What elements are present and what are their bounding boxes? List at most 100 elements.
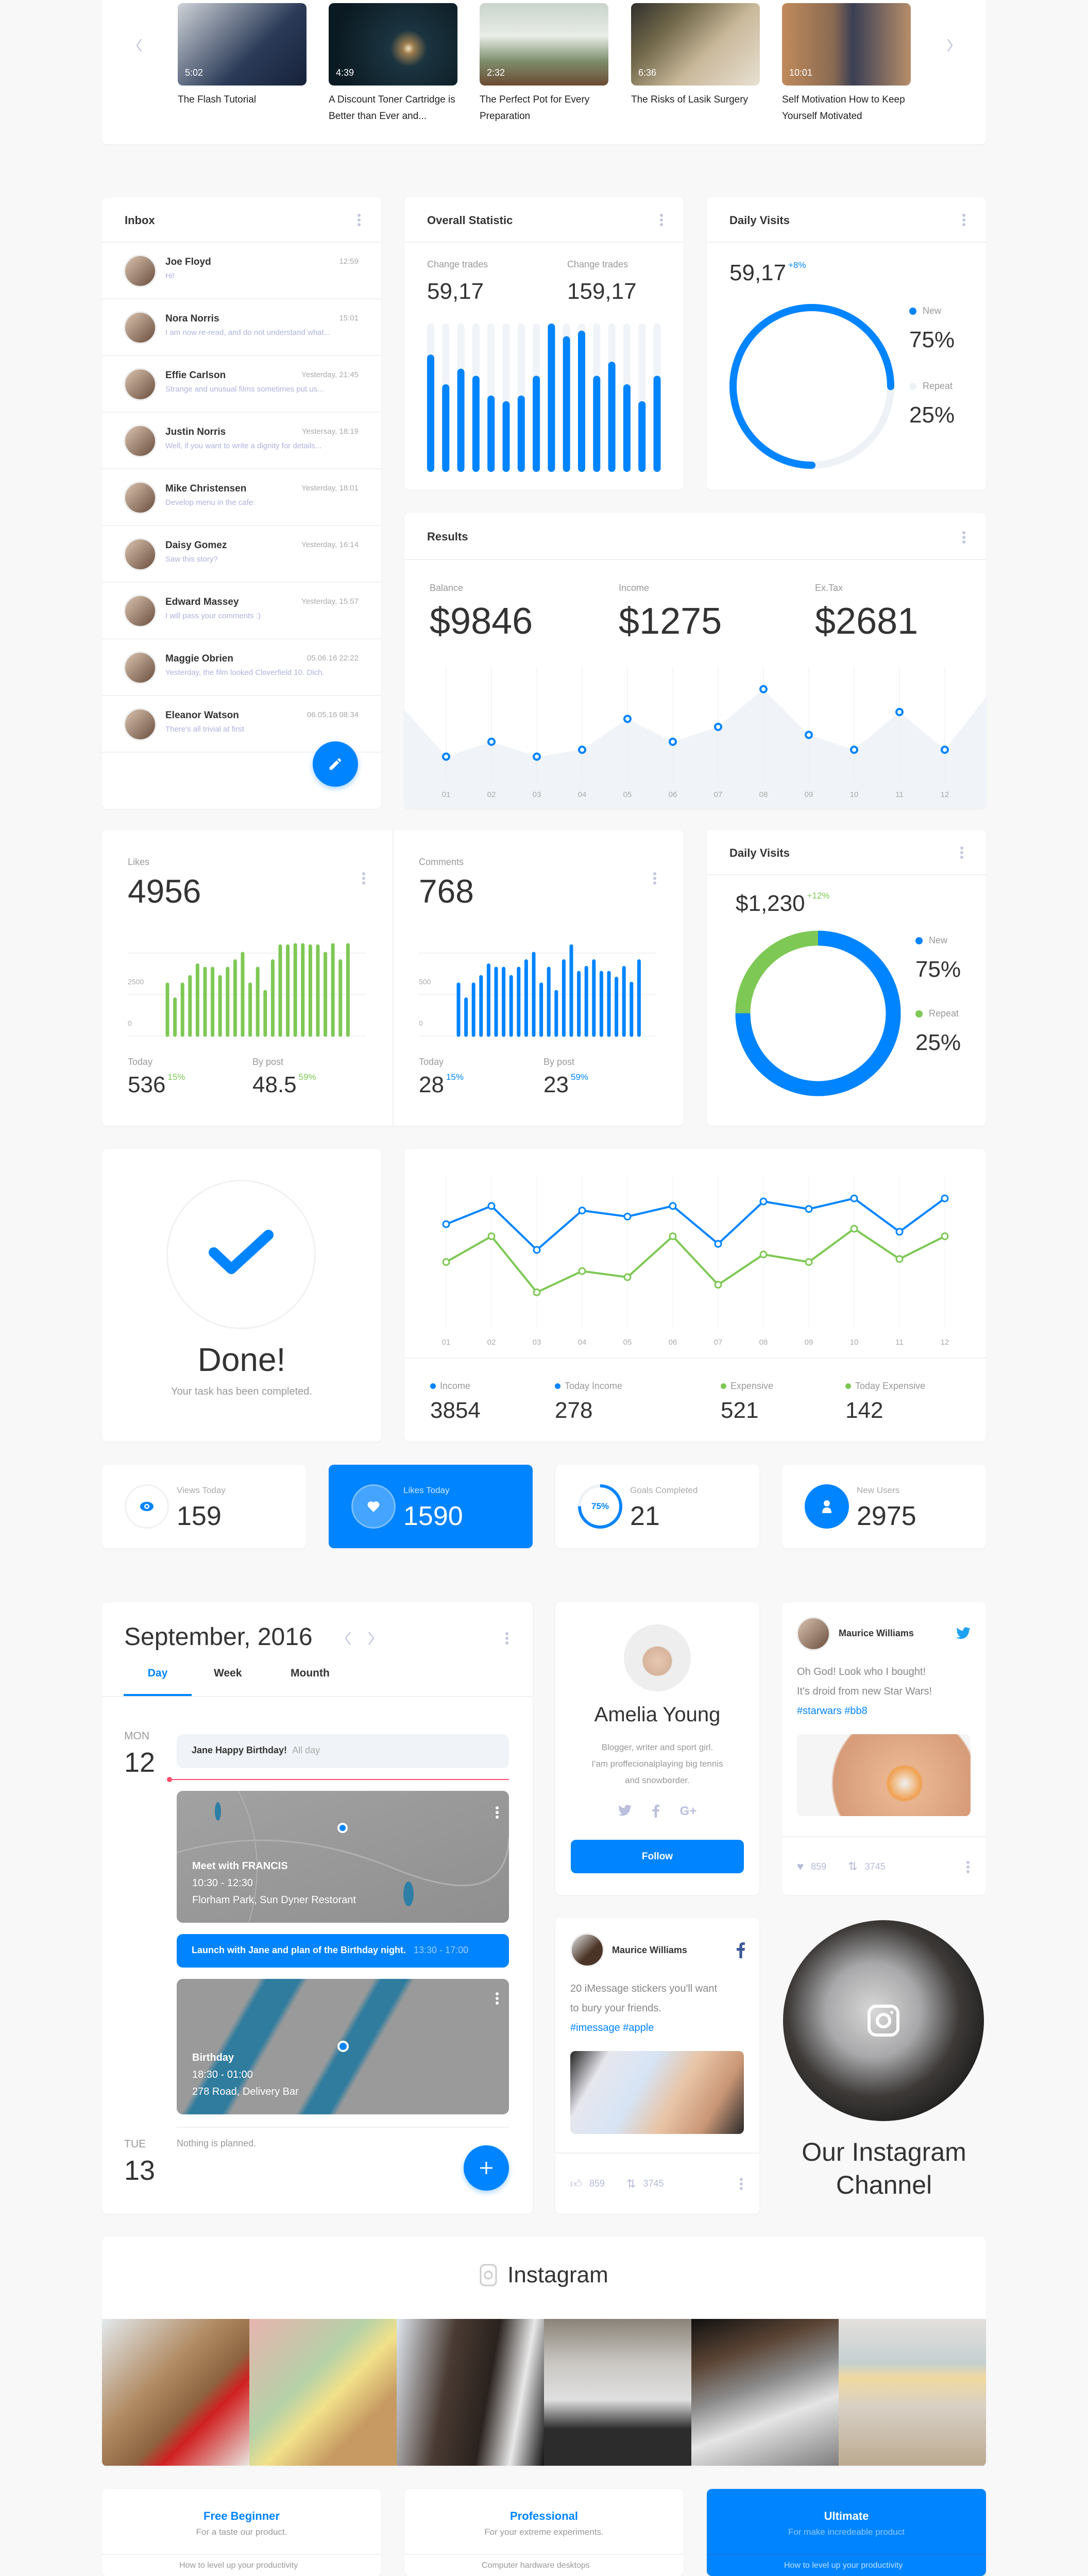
video-title[interactable]: The Perfect Pot for Every Preparation	[480, 92, 608, 125]
data-point[interactable]	[941, 745, 949, 754]
instagram-channel-image[interactable]	[783, 1920, 984, 2121]
video-thumbnail[interactable]: 2:32	[480, 3, 608, 86]
compose-button[interactable]	[313, 741, 358, 787]
allday-event[interactable]: Jane Happy Birthday! All day	[177, 1734, 509, 1768]
data-point[interactable]	[442, 752, 450, 761]
data-point[interactable]	[895, 708, 904, 717]
video-thumbnail[interactable]: 5:02	[178, 3, 307, 86]
data-point[interactable]	[850, 1225, 858, 1233]
video-title[interactable]: Self Motivation How to Keep Yourself Mot…	[782, 92, 911, 125]
data-point[interactable]	[442, 1220, 450, 1228]
stat-card-goals[interactable]: 75% Goals Completed 21	[555, 1465, 759, 1548]
more-menu-icon[interactable]	[962, 214, 965, 226]
data-point[interactable]	[759, 1250, 768, 1259]
heart-icon[interactable]: ♥	[797, 1860, 804, 1873]
pricing-card-professional[interactable]: Professional For your extreme experiment…	[404, 2489, 684, 2576]
data-point[interactable]	[714, 1240, 722, 1248]
inbox-message[interactable]: Effie Carlson Yesterday, 21:45 Strange and…	[102, 356, 381, 413]
video-thumbnail[interactable]: 10:01	[782, 3, 911, 86]
facebook-icon[interactable]	[737, 1942, 745, 1958]
facebook-icon[interactable]	[652, 1804, 659, 1818]
follow-button[interactable]: Follow	[571, 1840, 744, 1873]
pricing-card-ultimate[interactable]: Ultimate For make incredeable product Ho…	[707, 2489, 986, 2576]
data-point[interactable]	[578, 745, 586, 754]
data-point[interactable]	[805, 1258, 813, 1266]
data-point[interactable]	[669, 1232, 677, 1241]
post-image[interactable]	[797, 1734, 971, 1816]
data-point[interactable]	[714, 722, 722, 731]
instagram-photo[interactable]	[691, 2319, 839, 2466]
data-point[interactable]	[805, 731, 813, 739]
more-menu-icon[interactable]	[740, 2178, 743, 2190]
twitter-icon[interactable]	[618, 1804, 632, 1817]
stat-card-views[interactable]: Views Today 159	[102, 1465, 306, 1548]
event-lunch[interactable]: Launch with Jane and plan of the Birthda…	[177, 1934, 509, 1968]
data-point[interactable]	[850, 1194, 858, 1202]
stat-card-new-users[interactable]: New Users 2975	[782, 1465, 986, 1548]
post-hashtags[interactable]: #starwars #bb8	[797, 1701, 975, 1721]
more-menu-icon[interactable]	[362, 872, 365, 885]
data-point[interactable]	[533, 1246, 541, 1254]
more-menu-icon[interactable]	[960, 846, 963, 859]
data-point[interactable]	[487, 737, 496, 746]
instagram-photo[interactable]	[102, 2319, 249, 2466]
thumbs-up-icon[interactable]: 👍︎	[570, 2177, 582, 2191]
data-point[interactable]	[759, 1197, 768, 1206]
data-point[interactable]	[487, 1202, 496, 1210]
video-thumbnail[interactable]: 6:36	[631, 3, 760, 86]
data-point[interactable]	[895, 1228, 904, 1236]
more-menu-icon[interactable]	[653, 872, 656, 885]
instagram-photo[interactable]	[397, 2319, 544, 2466]
inbox-message[interactable]: Daisy Gomez Yesterday, 16:14 Saw this stor…	[102, 526, 381, 583]
twitter-icon[interactable]	[956, 1627, 971, 1639]
inbox-message[interactable]: Edward Massey Yesterday, 15:57 I will pass…	[102, 583, 381, 639]
retweet-icon[interactable]: ⇅	[848, 1860, 857, 1873]
more-menu-icon[interactable]	[966, 1861, 970, 1873]
add-event-button[interactable]	[464, 2145, 509, 2191]
google-plus-icon[interactable]: G+	[680, 1804, 697, 1819]
video-title[interactable]: The Flash Tutorial	[178, 92, 307, 108]
data-point[interactable]	[895, 1255, 904, 1263]
instagram-photo[interactable]	[249, 2319, 397, 2466]
data-point[interactable]	[941, 1194, 949, 1202]
data-point[interactable]	[578, 1207, 586, 1215]
more-menu-icon[interactable]	[358, 214, 361, 226]
tab-week[interactable]: Week	[214, 1667, 242, 1680]
pricing-card-free[interactable]: Free Beginner For a taste our product. H…	[102, 2489, 381, 2576]
tab-month[interactable]: Mounth	[291, 1667, 330, 1680]
more-menu-icon[interactable]	[962, 531, 965, 544]
inbox-message[interactable]: Joe Floyd 12:59 Hi!	[102, 243, 381, 299]
data-point[interactable]	[941, 1232, 949, 1241]
data-point[interactable]	[578, 1267, 586, 1275]
instagram-photo[interactable]	[544, 2319, 691, 2466]
more-menu-icon[interactable]	[496, 1806, 499, 1819]
more-menu-icon[interactable]	[496, 1992, 499, 2005]
chevron-left-icon[interactable]	[343, 1630, 353, 1647]
data-point[interactable]	[533, 1288, 541, 1296]
data-point[interactable]	[623, 1273, 632, 1281]
inbox-message[interactable]: Justin Norris Yestersay, 18:19 Well, if yo…	[102, 413, 381, 469]
post-hashtags[interactable]: #imessage #apple	[570, 2018, 748, 2038]
data-point[interactable]	[533, 752, 541, 761]
data-point[interactable]	[669, 737, 677, 746]
stat-card-likes[interactable]: Likes Today 1590	[329, 1465, 533, 1548]
data-point[interactable]	[759, 685, 768, 693]
chevron-right-icon[interactable]	[366, 1630, 376, 1647]
share-icon[interactable]: ⇅	[626, 2177, 636, 2191]
event-map-card[interactable]: Meet with FRANCIS 10:30 - 12:30 Florham …	[177, 1791, 509, 1923]
video-title[interactable]: The Risks of Lasik Surgery	[631, 92, 760, 108]
data-point[interactable]	[487, 1232, 496, 1241]
event-map-card[interactable]: Birthday 18:30 - 01:00 278 Road, Deliver…	[177, 1979, 509, 2114]
data-point[interactable]	[714, 1281, 722, 1289]
data-point[interactable]	[669, 1202, 677, 1210]
inbox-message[interactable]: Mike Christensen Yesterday, 18:01 Develop …	[102, 469, 381, 526]
video-title[interactable]: A Discount Toner Cartridge is Better tha…	[329, 92, 457, 125]
tab-day[interactable]: Day	[124, 1667, 192, 1680]
data-point[interactable]	[623, 1212, 632, 1221]
data-point[interactable]	[805, 1205, 813, 1213]
post-image[interactable]	[570, 2051, 744, 2134]
video-thumbnail[interactable]: 4:39	[329, 3, 457, 86]
inbox-message[interactable]: Maggie Obrien 05.06.16 22:22 Yesterday, th…	[102, 639, 381, 696]
inbox-message[interactable]: Nora Norris 15:01 I am now re-read, and do…	[102, 299, 381, 356]
more-menu-icon[interactable]	[505, 1632, 508, 1645]
